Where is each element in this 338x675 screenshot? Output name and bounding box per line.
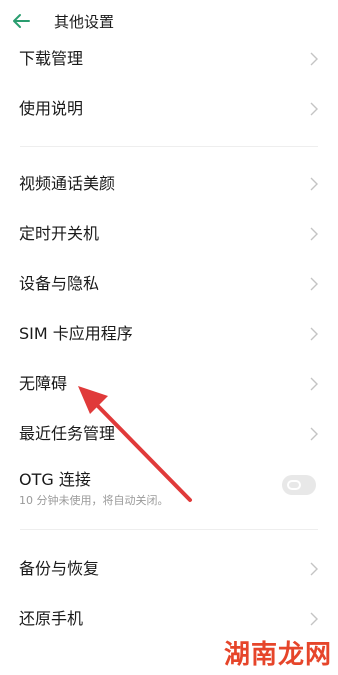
item-label: 备份与恢复	[19, 559, 100, 578]
item-label: SIM 卡应用程序	[19, 324, 133, 343]
chevron-right-icon	[310, 612, 318, 626]
item-label: 还原手机	[19, 609, 84, 628]
item-label: OTG 连接	[19, 470, 91, 489]
item-label: 最近任务管理	[19, 424, 116, 443]
chevron-right-icon	[310, 327, 318, 341]
item-sublabel: 10 分钟未使用，将自动关闭。	[19, 494, 169, 507]
settings-item-user-guide[interactable]: 使用说明	[0, 84, 338, 134]
page-title: 其他设置	[54, 13, 115, 31]
settings-list: 下载管理 使用说明 视频通话美颜 定时开关机 设备与隐私 SIM 卡应用程序 无…	[0, 34, 338, 644]
settings-item-sim-toolkit[interactable]: SIM 卡应用程序	[0, 309, 338, 359]
item-label: 设备与隐私	[19, 274, 100, 293]
item-label: 使用说明	[19, 99, 84, 118]
toggle-knob	[287, 480, 301, 490]
top-bar: 其他设置	[0, 0, 338, 44]
back-arrow-icon[interactable]	[10, 10, 32, 32]
item-label: 下载管理	[19, 49, 84, 68]
item-label: 视频通话美颜	[19, 174, 116, 193]
watermark-logo: 湖南龙网	[223, 640, 332, 670]
settings-item-scheduled-power[interactable]: 定时开关机	[0, 209, 338, 259]
item-label: 定时开关机	[19, 224, 100, 243]
item-label: 无障碍	[19, 374, 68, 393]
chevron-right-icon	[310, 102, 318, 116]
chevron-right-icon	[310, 377, 318, 391]
otg-toggle[interactable]	[282, 475, 316, 495]
settings-item-video-call-beauty[interactable]: 视频通话美颜	[0, 159, 338, 209]
settings-item-device-privacy[interactable]: 设备与隐私	[0, 259, 338, 309]
chevron-right-icon	[310, 52, 318, 66]
chevron-right-icon	[310, 427, 318, 441]
settings-item-otg[interactable]: OTG 连接 10 分钟未使用，将自动关闭。	[0, 459, 338, 517]
settings-item-accessibility[interactable]: 无障碍	[0, 359, 338, 409]
chevron-right-icon	[310, 277, 318, 291]
chevron-right-icon	[310, 562, 318, 576]
chevron-right-icon	[310, 227, 318, 241]
chevron-right-icon	[310, 177, 318, 191]
settings-item-recent-tasks[interactable]: 最近任务管理	[0, 409, 338, 459]
settings-item-backup-restore[interactable]: 备份与恢复	[0, 544, 338, 594]
